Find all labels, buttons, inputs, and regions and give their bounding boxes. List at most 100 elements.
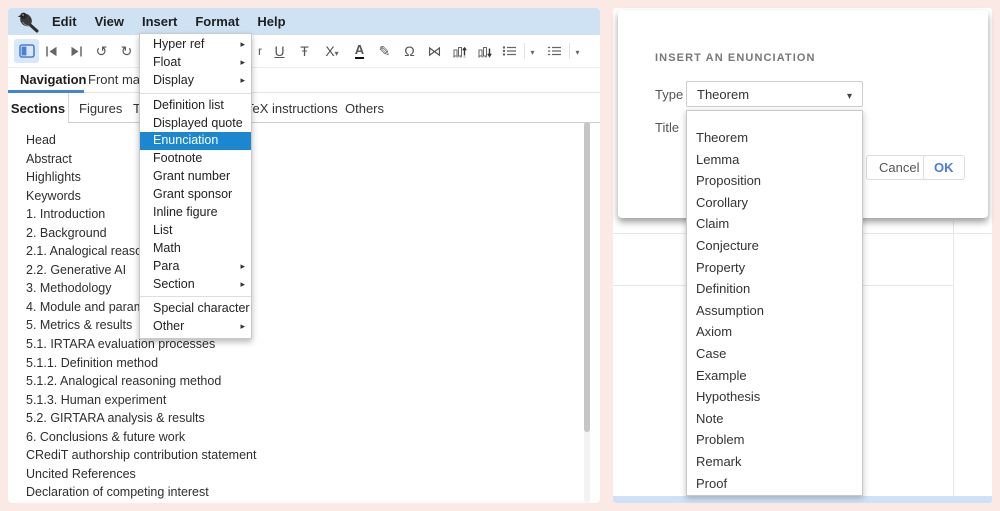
menu-item-para[interactable]: Para bbox=[140, 258, 251, 276]
type-label: Type bbox=[655, 87, 683, 102]
menu-bar: Edit View Insert Format Help bbox=[8, 8, 600, 35]
list-item[interactable]: 5.1. IRTARA evaluation processes bbox=[26, 335, 600, 354]
option-conjecture[interactable]: Conjecture bbox=[687, 235, 862, 257]
option-proof[interactable]: Proof bbox=[687, 473, 862, 495]
menu-item-hyper-ref[interactable]: Hyper ref bbox=[140, 36, 251, 54]
go-last-icon[interactable] bbox=[64, 39, 89, 63]
option-note[interactable]: Note bbox=[687, 408, 862, 430]
bullet-list-menu-icon[interactable] bbox=[524, 43, 540, 59]
redo-icon[interactable]: ↻ bbox=[114, 39, 139, 63]
option-property[interactable]: Property bbox=[687, 257, 862, 279]
option-theorem[interactable]: Theorem bbox=[687, 127, 862, 149]
menu-separator bbox=[140, 93, 251, 94]
list-item[interactable]: 5.1.3. Human experiment bbox=[26, 391, 600, 410]
tab-navigation[interactable]: Navigation bbox=[20, 72, 86, 87]
list-item[interactable]: 2. Background bbox=[26, 224, 600, 243]
ok-button[interactable]: OK bbox=[923, 155, 965, 180]
menu-item-section[interactable]: Section bbox=[140, 276, 251, 294]
menu-item-displayed-quote[interactable]: Displayed quote bbox=[140, 115, 251, 133]
primary-tabs: Navigation Front matter bbox=[8, 68, 600, 93]
special-character-icon[interactable]: Ω bbox=[397, 39, 422, 63]
option-proposition[interactable]: Proposition bbox=[687, 170, 862, 192]
undo-icon[interactable]: ↺ bbox=[89, 39, 114, 63]
submenu-arrow-icon bbox=[240, 36, 245, 54]
menu-item-display[interactable]: Display bbox=[140, 72, 251, 90]
menu-help[interactable]: Help bbox=[257, 14, 285, 29]
list-item[interactable]: 4. Module and parame bbox=[26, 298, 600, 317]
list-item[interactable]: Highlights bbox=[26, 168, 600, 187]
menu-item-inline-figure[interactable]: Inline figure bbox=[140, 204, 251, 222]
pencil-icon[interactable]: ✎ bbox=[372, 39, 397, 63]
menu-item-other[interactable]: Other bbox=[140, 318, 251, 336]
list-item[interactable]: Head bbox=[26, 131, 600, 150]
option-assumption[interactable]: Assumption bbox=[687, 300, 862, 322]
go-first-icon[interactable] bbox=[39, 39, 64, 63]
menu-format[interactable]: Format bbox=[195, 14, 239, 29]
bullet-list-icon[interactable] bbox=[497, 39, 522, 63]
option-corollary[interactable]: Corollary bbox=[687, 192, 862, 214]
tab-sections[interactable]: Sections bbox=[8, 93, 69, 123]
numbered-list-icon[interactable] bbox=[542, 39, 567, 63]
menu-item-grant-number[interactable]: Grant number bbox=[140, 168, 251, 186]
partially-hidden-icon[interactable]: r bbox=[253, 44, 267, 58]
option-example[interactable]: Example bbox=[687, 365, 862, 387]
list-item[interactable]: Uncited References bbox=[26, 465, 600, 484]
option-case[interactable]: Case bbox=[687, 343, 862, 365]
x-style-dropdown[interactable]: X bbox=[317, 39, 347, 63]
list-item[interactable]: 3. Methodology bbox=[26, 279, 600, 298]
sidebar-toggle-icon[interactable] bbox=[14, 39, 39, 63]
list-item[interactable]: 5.1.1. Definition method bbox=[26, 354, 600, 373]
scrollbar-thumb[interactable] bbox=[584, 122, 590, 432]
list-item[interactable]: Declaration of competing interest bbox=[26, 483, 600, 502]
panel-divider bbox=[953, 221, 954, 496]
underline-icon[interactable]: U bbox=[267, 39, 292, 63]
list-item[interactable]: CRediT authorship contribution statement bbox=[26, 446, 600, 465]
menu-item-math[interactable]: Math bbox=[140, 240, 251, 258]
editor-panel: Edit View Insert Format Help ↺ ↻ r U Ŧ X bbox=[8, 8, 600, 503]
x-style-icon: X bbox=[325, 43, 334, 59]
list-item[interactable]: 2.2. Generative AI bbox=[26, 261, 600, 280]
lower-block-icon[interactable] bbox=[472, 39, 497, 63]
submenu-arrow-icon bbox=[240, 72, 245, 90]
type-select[interactable]: Theorem bbox=[686, 81, 863, 107]
app-window: Edit View Insert Format Help ↺ ↻ r U Ŧ X bbox=[0, 0, 1000, 511]
list-item[interactable]: 1. Introduction bbox=[26, 205, 600, 224]
list-item[interactable]: 5.2. GIRTARA analysis & results bbox=[26, 409, 600, 428]
menu-item-list[interactable]: List bbox=[140, 222, 251, 240]
tab-others[interactable]: Others bbox=[345, 101, 384, 116]
option-lemma[interactable]: Lemma bbox=[687, 149, 862, 171]
tab-tex-instructions[interactable]: TeX instructions bbox=[246, 101, 338, 116]
sections-list: Head Abstract Highlights Keywords 1. Int… bbox=[8, 123, 600, 502]
dialog-title: INSERT AN ENUNCIATION bbox=[655, 52, 816, 64]
list-item[interactable]: 6. Conclusions & future work bbox=[26, 428, 600, 447]
join-icon[interactable]: ⋈ bbox=[422, 39, 447, 63]
numbered-list-menu-icon[interactable] bbox=[569, 43, 585, 59]
menu-item-enunciation[interactable]: Enunciation bbox=[140, 132, 251, 150]
menu-item-grant-sponsor[interactable]: Grant sponsor bbox=[140, 186, 251, 204]
menu-item-footnote[interactable]: Footnote bbox=[140, 150, 251, 168]
option-axiom[interactable]: Axiom bbox=[687, 321, 862, 343]
font-color-icon[interactable]: A bbox=[347, 39, 372, 63]
option-definition[interactable]: Definition bbox=[687, 278, 862, 300]
menu-insert[interactable]: Insert bbox=[142, 14, 177, 29]
raise-block-icon[interactable] bbox=[447, 39, 472, 63]
option-claim[interactable]: Claim bbox=[687, 213, 862, 235]
list-item[interactable]: Keywords bbox=[26, 187, 600, 206]
insert-menu: Hyper ref Float Display Definition list … bbox=[139, 33, 252, 339]
title-label: Title bbox=[655, 120, 679, 135]
menu-view[interactable]: View bbox=[95, 14, 124, 29]
list-item[interactable]: 5.1.2. Analogical reasoning method bbox=[26, 372, 600, 391]
list-item[interactable]: 2.1. Analogical reasoni bbox=[26, 242, 600, 261]
tabs-divider bbox=[8, 122, 600, 123]
menu-edit[interactable]: Edit bbox=[52, 14, 77, 29]
option-hypothesis[interactable]: Hypothesis bbox=[687, 386, 862, 408]
list-item[interactable]: Abstract bbox=[26, 150, 600, 169]
option-remark[interactable]: Remark bbox=[687, 451, 862, 473]
strikethrough-icon[interactable]: Ŧ bbox=[292, 39, 317, 63]
menu-item-definition-list[interactable]: Definition list bbox=[140, 97, 251, 115]
menu-item-float[interactable]: Float bbox=[140, 54, 251, 72]
menu-item-special-character[interactable]: Special character bbox=[140, 300, 251, 318]
list-item[interactable]: 5. Metrics & results bbox=[26, 316, 600, 335]
tab-figures[interactable]: Figures bbox=[79, 101, 122, 116]
option-problem[interactable]: Problem bbox=[687, 429, 862, 451]
